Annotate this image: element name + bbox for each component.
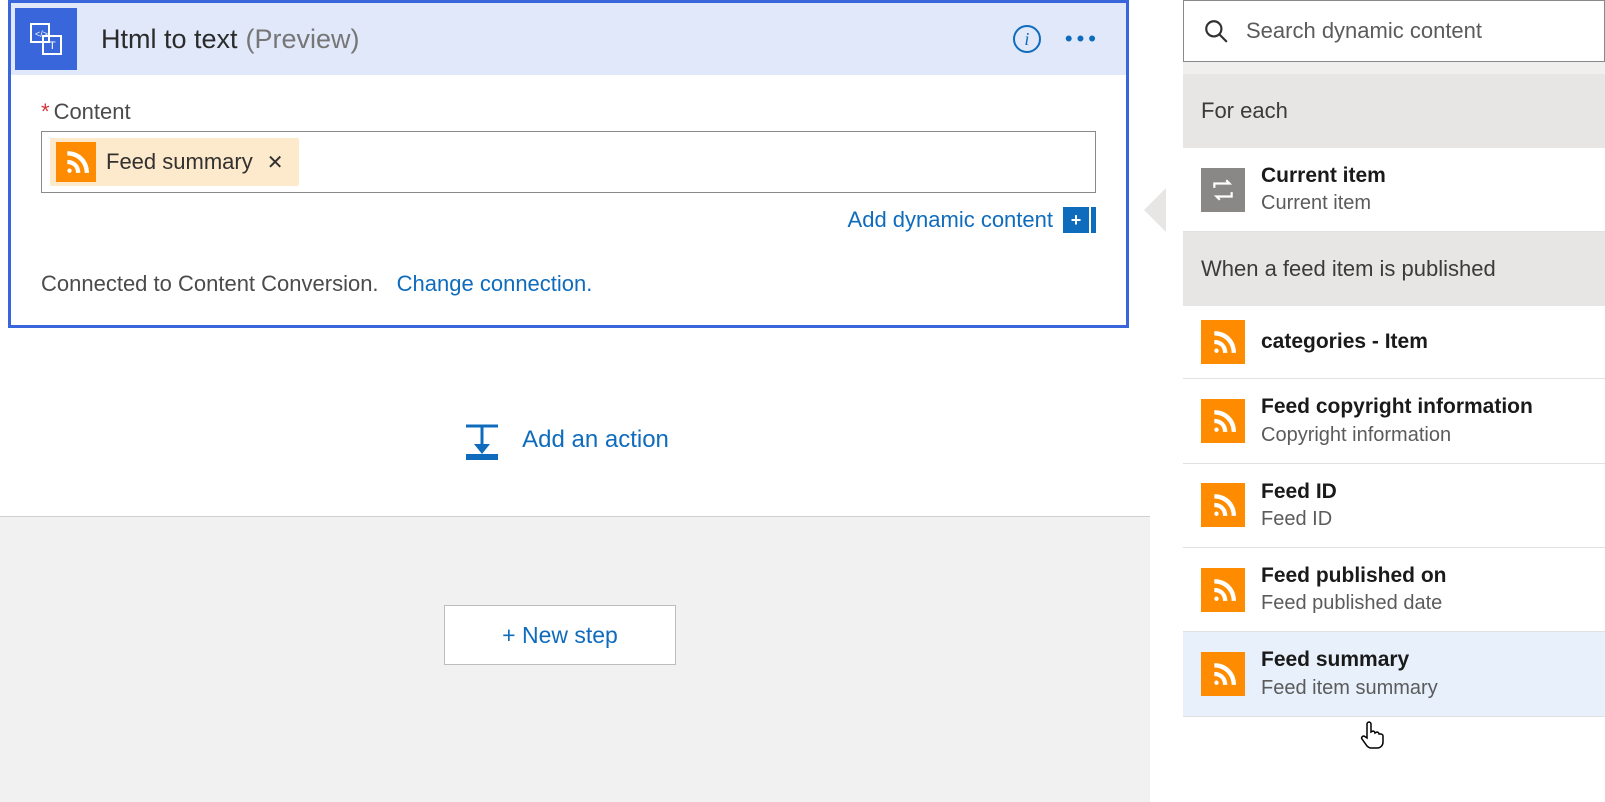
dc-item-published-on[interactable]: Feed published on Feed published date: [1183, 548, 1605, 632]
dc-sub: Copyright information: [1261, 422, 1533, 449]
section-feed: When a feed item is published: [1183, 232, 1605, 306]
dc-title: categories - Item: [1261, 328, 1428, 356]
add-dynamic-row: Add dynamic content +: [41, 207, 1096, 233]
dc-title: Feed copyright information: [1261, 393, 1533, 421]
new-step-button[interactable]: + New step: [444, 605, 676, 665]
rss-icon: [1201, 483, 1245, 527]
rss-icon: [1201, 652, 1245, 696]
add-dynamic-content-link[interactable]: Add dynamic content: [848, 207, 1053, 233]
dc-title: Current item: [1261, 162, 1386, 190]
add-action-button[interactable]: Add an action: [0, 418, 1129, 462]
rss-icon: [56, 142, 96, 182]
dc-item-feed-id[interactable]: Feed ID Feed ID: [1183, 464, 1605, 548]
rss-icon: [1201, 320, 1245, 364]
add-action-icon: [460, 418, 504, 462]
add-dynamic-plus-icon[interactable]: +: [1063, 207, 1089, 233]
token-label: Feed summary: [106, 149, 253, 175]
rss-icon: [1201, 568, 1245, 612]
content-label: *Content: [41, 99, 1096, 125]
card-title: Html to text: [101, 24, 238, 55]
callout-arrow: [1144, 188, 1166, 232]
svg-text:T: T: [49, 40, 56, 52]
connected-text: Connected to Content Conversion.: [41, 271, 379, 296]
token-feed-summary[interactable]: Feed summary ✕: [50, 138, 299, 186]
dc-title: Feed ID: [1261, 478, 1337, 506]
connection-row: Connected to Content Conversion. Change …: [41, 271, 1096, 297]
dc-item-categories[interactable]: categories - Item: [1183, 306, 1605, 379]
dc-title: Feed summary: [1261, 646, 1438, 674]
dc-item-feed-summary[interactable]: Feed summary Feed item summary: [1183, 632, 1605, 716]
card-body: *Content Feed summary ✕ Add dynamic cont…: [11, 75, 1126, 325]
add-dynamic-bar: [1091, 207, 1096, 233]
action-card: </> T Html to text (Preview) i ••• *Cont…: [8, 0, 1129, 328]
dynamic-content-panel: For each Current item Current item When …: [1183, 0, 1605, 802]
dc-sub: Feed ID: [1261, 506, 1337, 533]
dc-item-copyright[interactable]: Feed copyright information Copyright inf…: [1183, 379, 1605, 463]
search-box[interactable]: [1183, 0, 1605, 62]
info-icon[interactable]: i: [1013, 25, 1041, 53]
svg-text:</>: </>: [35, 29, 48, 39]
search-input[interactable]: [1246, 18, 1586, 44]
token-remove-icon[interactable]: ✕: [263, 150, 288, 175]
loop-icon: [1201, 168, 1245, 212]
dc-item-current-item[interactable]: Current item Current item: [1183, 148, 1605, 232]
change-connection-link[interactable]: Change connection.: [397, 271, 593, 296]
card-header: </> T Html to text (Preview) i •••: [11, 3, 1126, 75]
dc-title: Feed published on: [1261, 562, 1447, 590]
dc-sub: Current item: [1261, 190, 1386, 217]
card-subtitle: (Preview): [246, 24, 360, 55]
section-for-each: For each: [1183, 74, 1605, 148]
dc-sub: Feed item summary: [1261, 675, 1438, 702]
more-icon[interactable]: •••: [1065, 26, 1100, 52]
dc-sub: Feed published date: [1261, 590, 1447, 617]
add-action-label: Add an action: [522, 426, 669, 454]
rss-icon: [1201, 399, 1245, 443]
content-input[interactable]: Feed summary ✕: [41, 131, 1096, 193]
html-to-text-icon: </> T: [15, 8, 77, 70]
search-icon: [1202, 17, 1230, 45]
